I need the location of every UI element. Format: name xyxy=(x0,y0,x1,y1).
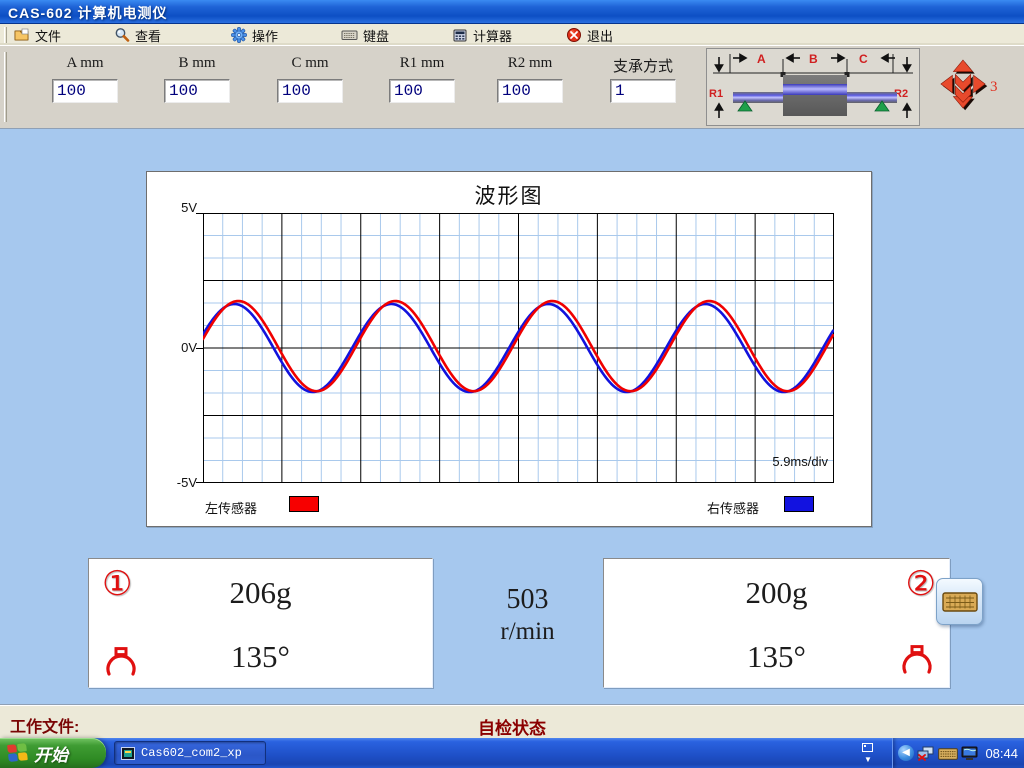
keyboard-icon xyxy=(341,27,358,43)
taskbar-clock: 08:44 xyxy=(985,746,1018,761)
legend-swatch-blue xyxy=(784,496,814,512)
window-title: CAS-602 计算机电测仪 xyxy=(8,3,167,23)
menu-operate[interactable]: 操作 xyxy=(227,24,282,46)
diagram-label-a: A xyxy=(757,52,766,66)
menu-bar: 文件 查看 xyxy=(0,24,1024,46)
field-label-r1: R1 mm xyxy=(389,55,455,72)
taskbar-app-button[interactable]: Cas602_com2_xp xyxy=(114,741,266,765)
diagram-label-b: B xyxy=(809,52,818,66)
menu-view-label: 查看 xyxy=(135,26,161,45)
taskbar-app-label: Cas602_com2_xp xyxy=(141,746,242,760)
speed-unit: r/min xyxy=(455,618,600,646)
menu-file-label: 文件 xyxy=(35,26,61,45)
field-input-support[interactable] xyxy=(610,79,676,103)
menu-calculator-label: 计算器 xyxy=(473,26,512,45)
direction-indicator[interactable]: 3 xyxy=(938,56,1004,118)
app-window: CAS-602 计算机电测仪 文件 查看 xyxy=(0,0,1024,768)
field-input-a[interactable] xyxy=(52,79,118,103)
field-input-c[interactable] xyxy=(277,79,343,103)
direction-count: 3 xyxy=(990,79,998,96)
left-sensor-result-panel: ① 206g 135° xyxy=(88,558,433,688)
field-label-r2: R2 mm xyxy=(497,55,563,72)
chart-title: 波形图 xyxy=(147,180,871,210)
taskbar: 开始 Cas602_com2_xp ▼ ◀ xyxy=(0,738,1024,768)
axis-tick xyxy=(196,482,203,483)
weight-position-icon xyxy=(900,645,934,675)
axis-tick xyxy=(196,213,203,214)
toolbar-grip xyxy=(4,52,7,122)
speed-readout: 503 r/min xyxy=(455,584,600,646)
app-icon xyxy=(121,747,135,760)
system-tray: ◀ 08:44 xyxy=(892,738,1024,768)
legend-left-sensor: 左传感器 xyxy=(205,498,257,517)
start-button[interactable]: 开始 xyxy=(0,738,106,768)
waveform-panel: 波形图 5V 0V -5V 5.9ms/div 左传感器 右传感器 xyxy=(146,171,872,527)
self-check-status: 自检状态 xyxy=(0,714,1024,739)
menu-keyboard-label: 键盘 xyxy=(363,26,389,45)
menu-keyboard[interactable]: 键盘 xyxy=(337,24,393,46)
calculator-icon xyxy=(452,27,468,43)
keyboard-icon xyxy=(942,590,978,614)
axis-tick xyxy=(196,348,203,349)
rotor-diagram: A B C R1 R2 xyxy=(706,48,920,126)
menu-view[interactable]: 查看 xyxy=(110,24,165,46)
gear-icon xyxy=(231,27,247,43)
parameter-bar: A mm B mm C mm R1 mm R2 mm 支承方式 xyxy=(0,46,1024,129)
right-angle-value: 135° xyxy=(604,639,949,675)
chevron-down-icon: ▼ xyxy=(864,755,872,764)
move-arrows-icon xyxy=(938,56,988,114)
legend-right-sensor: 右传感器 xyxy=(707,498,759,517)
field-input-r1[interactable] xyxy=(389,79,455,103)
time-scale-label: 5.9ms/div xyxy=(772,454,828,469)
language-bar[interactable]: ▼ xyxy=(858,740,884,766)
rotor-diagram-drawing: A B C R1 R2 xyxy=(707,49,919,125)
menu-file[interactable]: 文件 xyxy=(10,24,65,46)
menu-calculator[interactable]: 计算器 xyxy=(448,24,516,46)
legend-swatch-red xyxy=(289,496,319,512)
language-band-icon xyxy=(862,743,873,752)
display-settings-icon[interactable] xyxy=(961,746,978,761)
left-angle-value: 135° xyxy=(89,639,432,675)
menu-operate-label: 操作 xyxy=(252,26,278,45)
ytick-0v: 0V xyxy=(153,340,197,355)
windows-logo-icon xyxy=(7,743,29,763)
right-weight-value: 200g xyxy=(604,575,949,611)
field-label-c: C mm xyxy=(277,55,343,72)
field-input-b[interactable] xyxy=(164,79,230,103)
menu-exit[interactable]: 退出 xyxy=(562,24,617,46)
toolbar-grip xyxy=(4,27,7,43)
menu-exit-label: 退出 xyxy=(587,26,613,45)
status-bar: 工作文件: 自检状态 xyxy=(0,705,1024,738)
right-sensor-result-panel: ② 200g 135° xyxy=(603,558,950,688)
search-icon xyxy=(114,27,130,43)
field-input-r2[interactable] xyxy=(497,79,563,103)
title-bar: CAS-602 计算机电测仪 xyxy=(0,0,1024,24)
diagram-label-r1: R1 xyxy=(709,88,723,100)
diagram-label-c: C xyxy=(859,52,868,66)
speed-value: 503 xyxy=(455,584,600,616)
left-weight-value: 206g xyxy=(89,575,432,611)
virtual-keyboard-button[interactable] xyxy=(936,578,983,625)
ytick-m5v: -5V xyxy=(153,475,197,490)
waveform-plot xyxy=(203,213,834,483)
weight-position-icon xyxy=(104,647,138,677)
exit-icon xyxy=(566,27,582,43)
field-label-a: A mm xyxy=(52,55,118,72)
field-label-b: B mm xyxy=(164,55,230,72)
field-label-support: 支承方式 xyxy=(608,55,678,76)
network-offline-icon[interactable] xyxy=(917,746,935,761)
tray-collapse-button[interactable]: ◀ xyxy=(898,745,914,761)
keyboard-tray-icon[interactable] xyxy=(938,748,958,760)
start-label: 开始 xyxy=(34,741,68,766)
folder-icon xyxy=(14,27,30,43)
ytick-5v: 5V xyxy=(153,200,197,215)
